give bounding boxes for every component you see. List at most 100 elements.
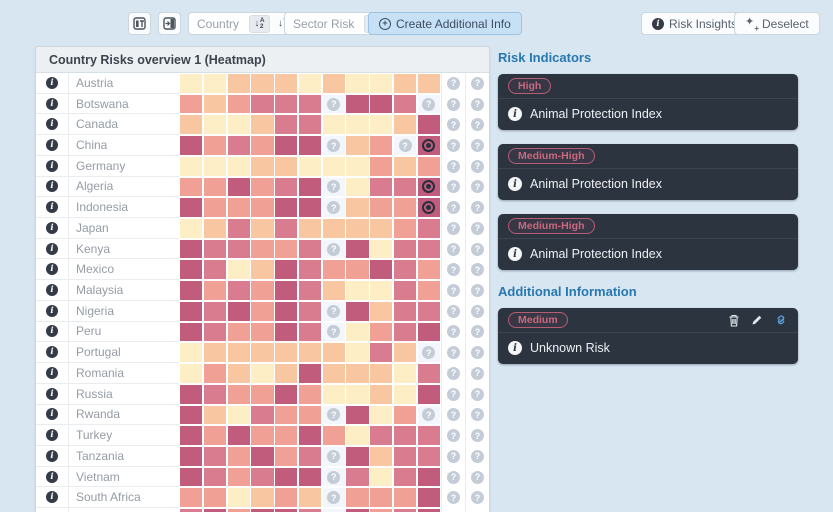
- row-question-button-1[interactable]: ?: [441, 487, 465, 508]
- heat-cell[interactable]: [370, 115, 392, 134]
- heat-cell[interactable]: [251, 281, 273, 300]
- heat-cell[interactable]: [370, 343, 392, 362]
- heat-cell[interactable]: [394, 240, 416, 259]
- row-info-button[interactable]: i: [36, 114, 69, 135]
- heat-cell[interactable]: [180, 198, 202, 217]
- heat-cell[interactable]: [394, 488, 416, 507]
- heat-cell[interactable]: [204, 468, 226, 487]
- row-info-button[interactable]: i: [36, 508, 69, 512]
- heat-cell-unknown[interactable]: ?: [418, 343, 440, 362]
- row-question-button-2[interactable]: ?: [465, 446, 489, 467]
- heat-cell[interactable]: [299, 426, 321, 445]
- heat-cell[interactable]: [228, 447, 250, 466]
- row-question-button-2[interactable]: ?: [465, 467, 489, 488]
- heat-cell[interactable]: [299, 240, 321, 259]
- heat-cell[interactable]: [346, 178, 368, 197]
- heat-cell[interactable]: [275, 136, 297, 155]
- heat-cell[interactable]: [204, 115, 226, 134]
- heat-cell[interactable]: [370, 302, 392, 321]
- heat-cell[interactable]: [180, 343, 202, 362]
- heat-cell[interactable]: [251, 260, 273, 279]
- row-question-button-1[interactable]: ?: [441, 384, 465, 405]
- row-question-button-2[interactable]: ?: [465, 94, 489, 115]
- heat-cell[interactable]: [251, 178, 273, 197]
- heat-cell[interactable]: [418, 240, 440, 259]
- heat-cell[interactable]: [180, 323, 202, 342]
- heat-cell[interactable]: [370, 385, 392, 404]
- heat-cell[interactable]: [299, 385, 321, 404]
- heat-cell-unknown[interactable]: ?: [323, 95, 345, 114]
- heat-cell[interactable]: [228, 426, 250, 445]
- row-question-button-2[interactable]: ?: [465, 487, 489, 508]
- heat-cell[interactable]: [394, 323, 416, 342]
- heat-cell[interactable]: [251, 323, 273, 342]
- heat-cell[interactable]: [204, 281, 226, 300]
- row-info-button[interactable]: i: [36, 384, 69, 405]
- chart-view-button[interactable]: [128, 12, 151, 35]
- heat-cell[interactable]: [346, 240, 368, 259]
- heat-cell[interactable]: [251, 343, 273, 362]
- heat-cell[interactable]: [299, 198, 321, 217]
- heat-cell[interactable]: [370, 488, 392, 507]
- heat-cell[interactable]: [299, 178, 321, 197]
- heat-cell[interactable]: [228, 240, 250, 259]
- heat-cell-unknown[interactable]: ?: [323, 240, 345, 259]
- row-info-button[interactable]: i: [36, 363, 69, 384]
- heat-cell[interactable]: [418, 281, 440, 300]
- row-question-button-2[interactable]: ?: [465, 425, 489, 446]
- heat-cell[interactable]: [299, 136, 321, 155]
- heat-cell[interactable]: [228, 302, 250, 321]
- heat-cell-unknown[interactable]: ?: [323, 198, 345, 217]
- row-question-button-1[interactable]: ?: [441, 280, 465, 301]
- heat-cell[interactable]: [299, 115, 321, 134]
- row-question-button-2[interactable]: ?: [465, 156, 489, 177]
- heat-cell[interactable]: [394, 385, 416, 404]
- heat-cell[interactable]: [370, 74, 392, 93]
- heat-cell[interactable]: [418, 385, 440, 404]
- heat-cell[interactable]: [370, 406, 392, 425]
- heat-cell[interactable]: [394, 74, 416, 93]
- heat-cell[interactable]: [394, 178, 416, 197]
- heat-cell[interactable]: [346, 302, 368, 321]
- heat-cell[interactable]: [323, 115, 345, 134]
- row-info-button[interactable]: i: [36, 487, 69, 508]
- row-question-button-2[interactable]: ?: [465, 259, 489, 280]
- row-info-button[interactable]: i: [36, 135, 69, 156]
- row-question-button-1[interactable]: ?: [441, 197, 465, 218]
- heat-cell[interactable]: [418, 115, 440, 134]
- row-question-button-1[interactable]: ?: [441, 73, 465, 94]
- heat-cell[interactable]: [204, 240, 226, 259]
- heat-cell[interactable]: [370, 178, 392, 197]
- heat-cell[interactable]: [204, 74, 226, 93]
- heat-cell[interactable]: [180, 157, 202, 176]
- row-question-button-2[interactable]: ?: [465, 239, 489, 260]
- heat-cell[interactable]: [370, 364, 392, 383]
- heat-cell[interactable]: [275, 95, 297, 114]
- heat-cell[interactable]: [394, 260, 416, 279]
- row-info-button[interactable]: i: [36, 322, 69, 343]
- row-question-button-2[interactable]: ?: [465, 508, 489, 512]
- row-info-button[interactable]: i: [36, 218, 69, 239]
- row-question-button-1[interactable]: ?: [441, 446, 465, 467]
- heat-cell[interactable]: [394, 364, 416, 383]
- heat-cell[interactable]: [228, 219, 250, 238]
- row-info-button[interactable]: i: [36, 94, 69, 115]
- heat-cell[interactable]: [299, 343, 321, 362]
- heat-cell[interactable]: [180, 260, 202, 279]
- row-question-button-2[interactable]: ?: [465, 197, 489, 218]
- heat-cell[interactable]: [346, 95, 368, 114]
- heat-cell[interactable]: [418, 157, 440, 176]
- heat-cell[interactable]: [275, 488, 297, 507]
- heat-cell[interactable]: [228, 364, 250, 383]
- heat-cell[interactable]: [275, 323, 297, 342]
- heat-cell[interactable]: [370, 281, 392, 300]
- row-question-button-1[interactable]: ?: [441, 363, 465, 384]
- heat-cell[interactable]: [180, 406, 202, 425]
- heat-cell[interactable]: [251, 364, 273, 383]
- heat-cell[interactable]: [275, 157, 297, 176]
- heat-cell-unknown[interactable]: ?: [323, 323, 345, 342]
- row-info-button[interactable]: i: [36, 280, 69, 301]
- heat-cell[interactable]: [418, 302, 440, 321]
- link-icon[interactable]: [774, 314, 788, 326]
- heat-cell[interactable]: [180, 302, 202, 321]
